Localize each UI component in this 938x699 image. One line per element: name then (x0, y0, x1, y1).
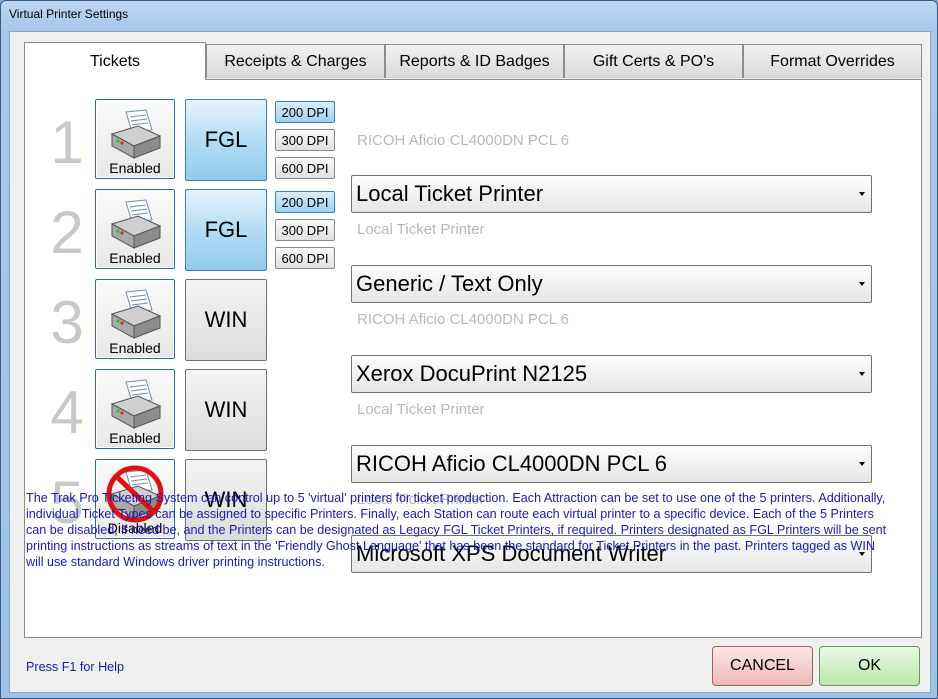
printer-number: 3 (50, 289, 84, 356)
printer-3-type-button[interactable]: WIN (185, 279, 267, 361)
printer-2-device-select[interactable]: Generic / Text Only (351, 265, 872, 303)
printer-1-default-device-hint: RICOH Aficio CL4000DN PCL 6 (357, 132, 570, 149)
printer-1-enable-toggle[interactable]: Enabled (95, 99, 175, 179)
device-select-value: Xerox DocuPrint N2125 (356, 361, 588, 386)
tab-gift-certs-pos[interactable]: Gift Certs & PO's (564, 44, 743, 78)
tab-label: Gift Certs & PO's (592, 52, 715, 70)
printer-number: 1 (50, 109, 84, 176)
tab-label: Reports & ID Badges (399, 52, 550, 70)
tab-label: Format Overrides (770, 52, 895, 70)
printer-2-dpi-300[interactable]: 300 DPI (275, 219, 335, 241)
printer-4-enable-toggle[interactable]: Enabled (95, 369, 175, 449)
printer-1-dpi-300[interactable]: 300 DPI (275, 129, 335, 151)
printer-4-default-device-hint: Local Ticket Printer (357, 401, 485, 418)
dropdown-arrow-icon (859, 192, 865, 196)
printer-1-device-select[interactable]: Local Ticket Printer (351, 175, 872, 213)
window-title: Virtual Printer Settings (9, 7, 129, 21)
tab-format-overrides[interactable]: Format Overrides (743, 44, 922, 78)
tab-tickets[interactable]: Tickets (24, 42, 206, 80)
printer-4-type-button[interactable]: WIN (185, 369, 267, 451)
printer-status-label: Enabled (109, 160, 161, 176)
printer-icon (110, 199, 162, 249)
printer-2-dpi-600[interactable]: 600 DPI (275, 247, 335, 269)
printer-icon (110, 379, 162, 429)
printer-number: 2 (50, 199, 84, 266)
printer-3-default-device-hint: RICOH Aficio CL4000DN PCL 6 (357, 311, 570, 328)
help-hint: Press F1 for Help (26, 660, 124, 674)
printer-1-dpi-200[interactable]: 200 DPI (275, 101, 335, 123)
tab-label: Tickets (89, 53, 141, 70)
printer-icon (110, 109, 162, 159)
dialog-body: Tickets Receipts & Charges Reports & ID … (9, 31, 931, 693)
printer-status-label: Enabled (109, 340, 161, 356)
device-select-value: Local Ticket Printer (356, 181, 544, 206)
dropdown-arrow-icon (859, 462, 865, 466)
printer-3-enable-toggle[interactable]: Enabled (95, 279, 175, 359)
cancel-button[interactable]: CANCEL (712, 646, 813, 686)
printer-3-device-select[interactable]: Xerox DocuPrint N2125 (351, 355, 872, 393)
ok-button[interactable]: OK (819, 646, 920, 686)
description-text: The Trak Pro Ticketing System can contro… (26, 491, 887, 569)
tab-receipts-charges[interactable]: Receipts & Charges (206, 44, 385, 78)
printer-2-default-device-hint: Local Ticket Printer (357, 221, 485, 238)
printer-2-type-button[interactable]: FGL (185, 189, 267, 271)
title-bar[interactable]: Virtual Printer Settings (1, 1, 937, 29)
printer-2-dpi-200[interactable]: 200 DPI (275, 191, 335, 213)
printer-status-label: Enabled (109, 430, 161, 446)
printer-status-label: Enabled (109, 250, 161, 266)
tab-reports-id-badges[interactable]: Reports & ID Badges (385, 44, 564, 78)
printer-1-type-button[interactable]: FGL (185, 99, 267, 181)
printer-1-dpi-600[interactable]: 600 DPI (275, 157, 335, 179)
dropdown-arrow-icon (859, 372, 865, 376)
printer-2-enable-toggle[interactable]: Enabled (95, 189, 175, 269)
dialog-window: Virtual Printer Settings Tickets Receipt… (0, 0, 938, 699)
tab-label: Receipts & Charges (224, 52, 367, 70)
device-select-value: Generic / Text Only (356, 271, 543, 296)
device-select-value: RICOH Aficio CL4000DN PCL 6 (356, 451, 667, 476)
dropdown-arrow-icon (859, 282, 865, 286)
printer-4-device-select[interactable]: RICOH Aficio CL4000DN PCL 6 (351, 445, 872, 483)
printer-number: 4 (50, 379, 84, 446)
printer-icon (110, 289, 162, 339)
